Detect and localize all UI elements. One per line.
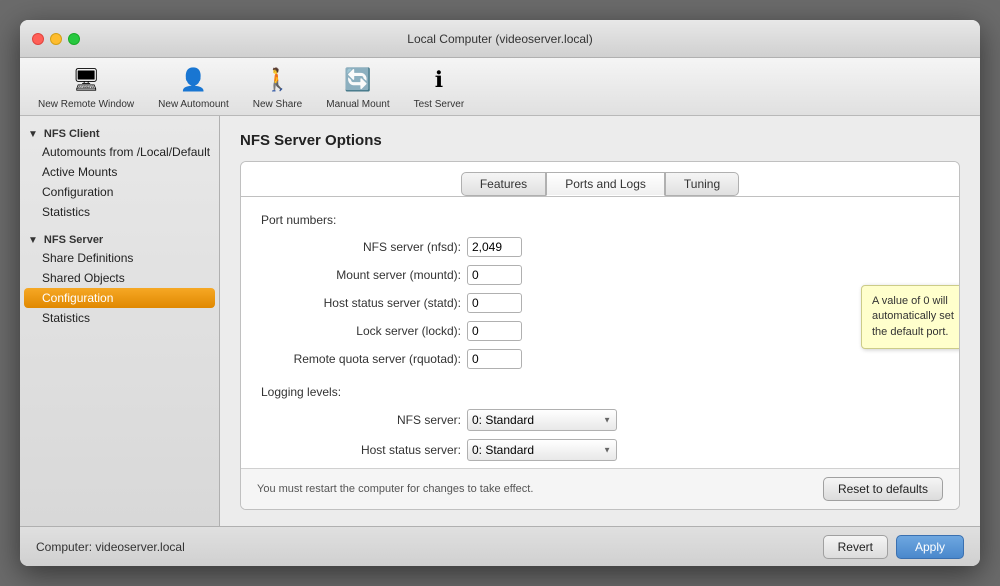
manual-mount-icon: 🔄 xyxy=(342,64,374,96)
host-status-log-wrapper: 0: Standard 1: Verbose 2: Debug xyxy=(467,439,617,461)
sidebar-item-server-statistics[interactable]: Statistics xyxy=(20,308,219,328)
bottom-bar: Computer: videoserver.local Revert Apply xyxy=(20,526,980,566)
main-window: Local Computer (videoserver.local) 🖥 New… xyxy=(20,20,980,566)
mountd-label: Mount server (mountd): xyxy=(261,268,461,282)
toolbar: 🖥 New Remote Window 👤 New Automount 🚶 Ne… xyxy=(20,58,980,116)
nfs-server-log-wrapper: 0: Standard 1: Verbose 2: Debug xyxy=(467,409,617,431)
port-numbers-label: Port numbers: xyxy=(261,213,939,227)
lockd-label: Lock server (lockd): xyxy=(261,324,461,338)
minimize-button[interactable] xyxy=(50,33,62,45)
nfsd-input[interactable] xyxy=(467,237,522,257)
test-server-button[interactable]: ℹ Test Server xyxy=(406,60,473,114)
traffic-lights xyxy=(32,33,80,45)
new-share-button[interactable]: 🚶 New Share xyxy=(245,60,310,114)
bottom-buttons: Revert Apply xyxy=(823,535,964,559)
statd-row: Host status server (statd): xyxy=(261,293,939,313)
nfs-server-chevron: ▼ xyxy=(28,235,38,246)
statd-input[interactable] xyxy=(467,293,522,313)
titlebar: Local Computer (videoserver.local) xyxy=(20,20,980,58)
sidebar-item-client-statistics[interactable]: Statistics xyxy=(20,202,219,222)
content-area: NFS Server Options Features Ports and Lo… xyxy=(220,116,980,526)
sidebar-item-active-mounts[interactable]: Active Mounts xyxy=(20,162,219,182)
reset-to-defaults-button[interactable]: Reset to defaults xyxy=(823,477,943,501)
nfsd-label: NFS server (nfsd): xyxy=(261,240,461,254)
sidebar-item-automounts[interactable]: Automounts from /Local/Default xyxy=(20,142,219,162)
sidebar-item-server-configuration[interactable]: Configuration xyxy=(24,288,215,308)
nfs-client-group: ▼ NFS Client xyxy=(20,124,219,142)
sidebar-item-client-configuration[interactable]: Configuration xyxy=(20,182,219,202)
main-area: ▼ NFS Client Automounts from /Local/Defa… xyxy=(20,116,980,526)
rquotad-row: Remote quota server (rquotad): xyxy=(261,349,939,369)
rquotad-input[interactable] xyxy=(467,349,522,369)
tab-features[interactable]: Features xyxy=(461,172,546,196)
panel-footer: You must restart the computer for change… xyxy=(241,468,959,509)
test-server-label: Test Server xyxy=(414,99,465,110)
nfs-client-chevron: ▼ xyxy=(28,129,38,140)
manual-mount-label: Manual Mount xyxy=(326,99,389,110)
mountd-row: Mount server (mountd): A value of 0 will… xyxy=(261,265,939,285)
mountd-input[interactable] xyxy=(467,265,522,285)
new-remote-window-label: New Remote Window xyxy=(38,99,134,110)
nfs-server-log-select[interactable]: 0: Standard 1: Verbose 2: Debug xyxy=(467,409,617,431)
nfs-server-log-row: NFS server: 0: Standard 1: Verbose 2: De… xyxy=(261,409,939,431)
new-share-label: New Share xyxy=(253,99,302,110)
sidebar-item-share-definitions[interactable]: Share Definitions xyxy=(20,248,219,268)
panel-body: Port numbers: NFS server (nfsd): Mount s… xyxy=(241,197,959,468)
maximize-button[interactable] xyxy=(68,33,80,45)
nfs-server-log-label: NFS server: xyxy=(261,413,461,427)
rquotad-label: Remote quota server (rquotad): xyxy=(261,352,461,366)
new-remote-window-icon: 🖥 xyxy=(70,64,102,96)
nfs-client-label: NFS Client xyxy=(44,128,100,140)
test-server-icon: ℹ xyxy=(423,64,455,96)
tab-tuning[interactable]: Tuning xyxy=(665,172,739,196)
footer-message: You must restart the computer for change… xyxy=(257,483,533,495)
lockd-row: Lock server (lockd): xyxy=(261,321,939,341)
tab-ports-and-logs[interactable]: Ports and Logs xyxy=(546,172,665,196)
new-automount-icon: 👤 xyxy=(177,64,209,96)
window-title: Local Computer (videoserver.local) xyxy=(407,32,592,46)
lockd-input[interactable] xyxy=(467,321,522,341)
options-panel: Features Ports and Logs Tuning Port numb… xyxy=(240,161,960,510)
host-status-log-select[interactable]: 0: Standard 1: Verbose 2: Debug xyxy=(467,439,617,461)
sidebar: ▼ NFS Client Automounts from /Local/Defa… xyxy=(20,116,220,526)
revert-button[interactable]: Revert xyxy=(823,535,888,559)
tooltip-box: A value of 0 will automatically set the … xyxy=(861,285,959,349)
apply-button[interactable]: Apply xyxy=(896,535,964,559)
host-status-log-row: Host status server: 0: Standard 1: Verbo… xyxy=(261,439,939,461)
new-automount-label: New Automount xyxy=(158,99,229,110)
nfs-server-label: NFS Server xyxy=(44,234,103,246)
computer-label: Computer: videoserver.local xyxy=(36,540,185,554)
close-button[interactable] xyxy=(32,33,44,45)
sidebar-item-shared-objects[interactable]: Shared Objects xyxy=(20,268,219,288)
new-remote-window-button[interactable]: 🖥 New Remote Window xyxy=(30,60,142,114)
logging-label: Logging levels: xyxy=(261,385,939,399)
nfs-server-group: ▼ NFS Server xyxy=(20,230,219,248)
host-status-log-label: Host status server: xyxy=(261,443,461,457)
new-automount-button[interactable]: 👤 New Automount xyxy=(150,60,237,114)
nfsd-row: NFS server (nfsd): xyxy=(261,237,939,257)
new-share-icon: 🚶 xyxy=(262,64,294,96)
statd-label: Host status server (statd): xyxy=(261,296,461,310)
page-title: NFS Server Options xyxy=(240,132,960,149)
manual-mount-button[interactable]: 🔄 Manual Mount xyxy=(318,60,397,114)
tabs: Features Ports and Logs Tuning xyxy=(241,162,959,197)
